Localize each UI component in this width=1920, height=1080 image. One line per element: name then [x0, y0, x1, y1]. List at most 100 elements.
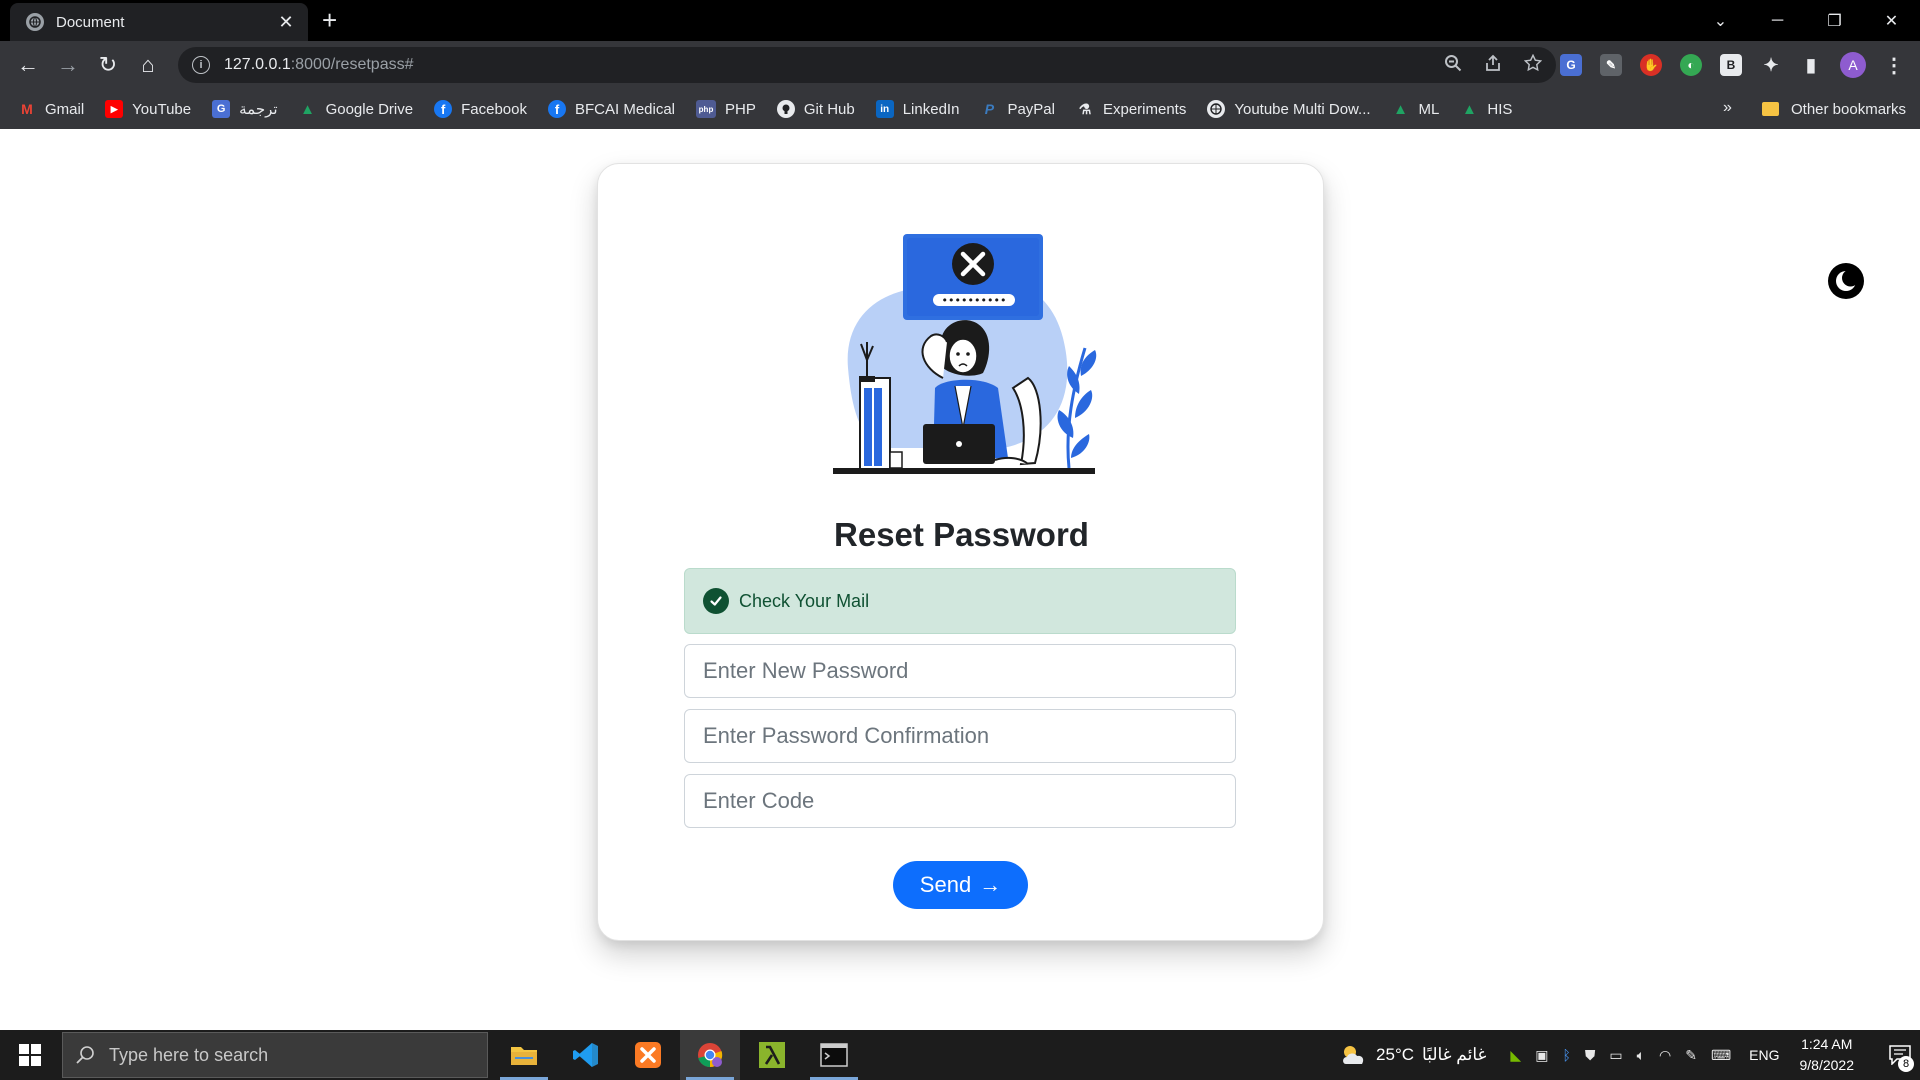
arrow-right-icon: →: [979, 872, 1002, 897]
weather-temperature: 25°C: [1376, 1045, 1415, 1064]
lambda-app-icon[interactable]: [742, 1030, 802, 1080]
share-icon[interactable]: [1484, 54, 1502, 77]
pen-extension-icon[interactable]: ✎: [1600, 54, 1622, 76]
success-alert: Check Your Mail: [684, 568, 1236, 634]
paypal-icon: P: [984, 101, 995, 117]
input-language[interactable]: ENG: [1749, 1047, 1779, 1063]
back-button[interactable]: ←: [8, 45, 48, 85]
home-button[interactable]: ⌂: [128, 45, 168, 85]
close-window-button[interactable]: ✕: [1863, 0, 1920, 41]
site-info-icon[interactable]: i: [192, 56, 210, 74]
clock-time: 1:24 AM: [1801, 1036, 1853, 1052]
flask-icon: ⚗: [1078, 100, 1092, 117]
browser-menu-icon[interactable]: ⋮: [1884, 53, 1904, 78]
send-button[interactable]: Send →: [893, 861, 1028, 909]
url-path: :8000/resetpass#: [290, 56, 414, 73]
bookmarks-bar: M Gmail ▶ YouTube G ترجمة ▲ Google Drive f Fa…: [0, 89, 1920, 129]
battery-icon[interactable]: ▭: [1609, 1047, 1622, 1064]
reset-password-illustration: ••••••••••: [833, 234, 1097, 474]
bookmark-google-drive[interactable]: ▲ Google Drive: [299, 100, 413, 118]
search-icon: [76, 1046, 94, 1064]
extensions-row: G ✎ ✋ ◐ B ✦ ▮ A ⋮: [1560, 41, 1904, 89]
bookmark-linkedin[interactable]: in LinkedIn: [875, 100, 959, 118]
xampp-icon[interactable]: [618, 1030, 678, 1080]
file-explorer-icon[interactable]: [494, 1030, 554, 1080]
bookmark-experiments[interactable]: ⚗ Experiments: [1076, 100, 1187, 118]
github-icon: [776, 100, 795, 118]
reset-password-card: •••••••••• Reset Password Check Your Mai…: [597, 163, 1324, 941]
security-shield-icon[interactable]: ⛊: [1585, 1047, 1596, 1064]
restore-button[interactable]: ❐: [1806, 0, 1863, 41]
bookmark-bfcai-medical[interactable]: f BFCAI Medical: [547, 100, 675, 118]
colorful-extension-icon[interactable]: ◐: [1680, 54, 1702, 76]
bookmark-youtube[interactable]: ▶ YouTube: [105, 100, 191, 118]
notification-count: 8: [1898, 1056, 1914, 1072]
tab-title: Document: [56, 13, 125, 31]
bookmark-ml[interactable]: ▲ ML: [1392, 100, 1439, 118]
windows-taskbar: Type here to search 25°C غائم غالبًا ◣ ▣…: [0, 1030, 1920, 1080]
bookmark-star-icon[interactable]: [1523, 53, 1543, 77]
bookmarks-overflow-icon[interactable]: »: [1723, 99, 1732, 117]
google-drive-icon: ▲: [300, 100, 315, 118]
linkedin-icon: in: [875, 100, 894, 118]
chrome-icon[interactable]: [680, 1030, 740, 1080]
send-label: Send: [919, 872, 972, 897]
bookmark-github[interactable]: Git Hub: [776, 100, 855, 118]
browser-toolbar: ← → ↻ ⌂ i 127.0.0.1:8000/resetpass# G ✎ …: [0, 41, 1920, 89]
new-tab-button[interactable]: +: [322, 6, 337, 34]
globe-favicon-icon: [26, 13, 44, 31]
zoom-icon[interactable]: [1444, 54, 1462, 77]
volume-icon[interactable]: 🔈︎: [1637, 1047, 1645, 1064]
bookmark-php[interactable]: php PHP: [696, 100, 756, 118]
weather-widget[interactable]: 25°C غائم غالبًا: [1340, 1044, 1486, 1066]
new-password-input[interactable]: [684, 644, 1236, 698]
b-extension-icon[interactable]: B: [1720, 54, 1742, 76]
start-button[interactable]: [0, 1030, 60, 1080]
url-host: 127.0.0.1: [224, 56, 291, 73]
meet-now-icon[interactable]: ▣: [1535, 1047, 1548, 1064]
keyboard-icon[interactable]: ⌨: [1711, 1047, 1731, 1064]
bookmark-his[interactable]: ▲ HIS: [1460, 100, 1512, 118]
masked-password-dots: ••••••••••: [942, 294, 1007, 307]
translate-extension-icon[interactable]: G: [1560, 54, 1582, 76]
clock[interactable]: 1:24 AM 9/8/2022: [1800, 1034, 1855, 1076]
sidepanel-icon[interactable]: ▮: [1800, 54, 1822, 76]
reload-button[interactable]: ↻: [88, 45, 128, 85]
puzzle-extensions-icon[interactable]: ✦: [1760, 54, 1782, 76]
php-icon: php: [696, 100, 717, 118]
wifi-icon[interactable]: ◠: [1659, 1047, 1671, 1064]
notification-center-button[interactable]: 8: [1880, 1030, 1920, 1080]
bookmark-translate[interactable]: G ترجمة: [212, 100, 278, 118]
bookmark-facebook[interactable]: f Facebook: [434, 100, 527, 118]
google-drive-icon: ▲: [1461, 100, 1477, 118]
search-placeholder: Type here to search: [109, 1044, 269, 1065]
address-bar[interactable]: i 127.0.0.1:8000/resetpass#: [178, 47, 1556, 83]
code-input[interactable]: [684, 774, 1236, 828]
forward-button[interactable]: →: [48, 45, 88, 85]
terminal-icon[interactable]: [804, 1030, 864, 1080]
omnibox-actions: [1444, 47, 1543, 83]
minimize-button[interactable]: ─: [1749, 0, 1806, 41]
tab-search-button[interactable]: ⌄: [1692, 0, 1749, 41]
folder-icon: [1762, 102, 1779, 116]
profile-avatar[interactable]: A: [1840, 52, 1866, 78]
system-tray: 25°C غائم غالبًا ◣ ▣ ᛒ ⛊ ▭ 🔈︎ ◠ ✎ ⌨ ENG …: [1340, 1030, 1920, 1080]
vscode-icon[interactable]: [556, 1030, 616, 1080]
dark-mode-toggle[interactable]: [1828, 263, 1864, 299]
tab-close-icon[interactable]: ✕: [276, 12, 296, 33]
bookmark-gmail[interactable]: M Gmail: [18, 100, 84, 118]
google-drive-icon: ▲: [1393, 100, 1408, 118]
bookmark-paypal[interactable]: P PayPal: [980, 100, 1055, 118]
page-title: Reset Password: [834, 516, 1089, 553]
browser-tab[interactable]: Document ✕: [10, 3, 308, 41]
nvidia-icon[interactable]: ◣: [1510, 1047, 1521, 1064]
pen-icon[interactable]: ✎: [1685, 1047, 1697, 1064]
window-controls: ⌄ ─ ❐ ✕: [1692, 0, 1920, 41]
bluetooth-icon[interactable]: ᛒ: [1562, 1047, 1570, 1063]
adblock-extension-icon[interactable]: ✋: [1640, 54, 1662, 76]
other-bookmarks[interactable]: Other bookmarks: [1762, 89, 1906, 129]
password-confirmation-input[interactable]: [684, 709, 1236, 763]
gmail-icon: M: [21, 101, 33, 117]
bookmark-youtube-multi-downloader[interactable]: Youtube Multi Dow...: [1207, 100, 1371, 118]
taskbar-search-box[interactable]: Type here to search: [62, 1032, 488, 1078]
